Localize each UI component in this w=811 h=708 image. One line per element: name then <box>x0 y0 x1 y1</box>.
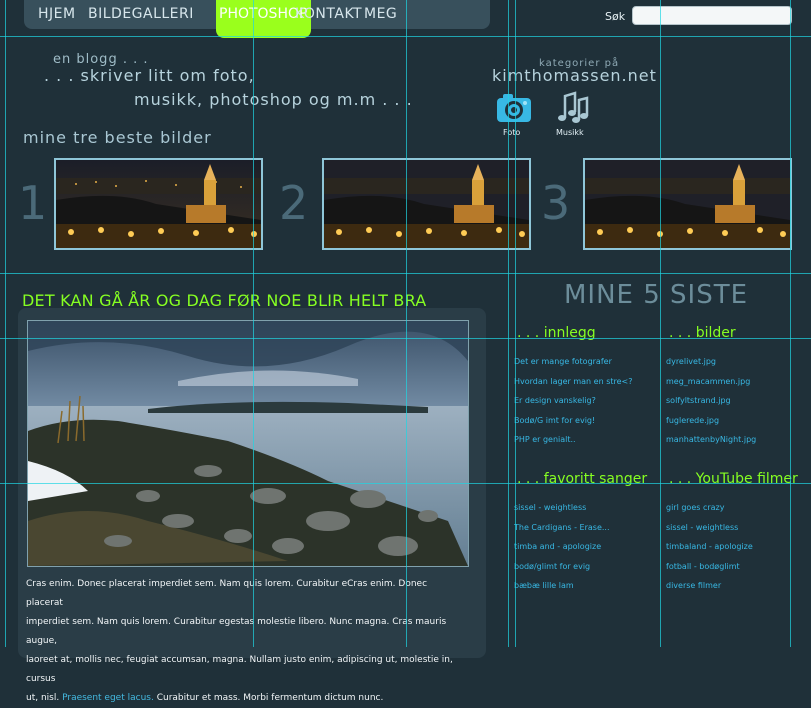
list-item[interactable]: diverse filmer <box>666 576 753 596</box>
intro-line-1: en blogg . . . <box>53 52 149 67</box>
article-text-line-4-end: Curabitur et mass. Morbi fermentum dictu… <box>156 693 384 703</box>
bilder-list: dyrelivet.jpg meg_macammen.jpg solfyltst… <box>666 352 756 450</box>
list-item[interactable]: bæbæ lille lam <box>514 576 610 596</box>
music-notes-icon[interactable] <box>553 88 593 128</box>
list-item[interactable]: Er design vanskelig? <box>514 391 632 411</box>
youtube-title: . . . YouTube filmer <box>669 471 798 487</box>
article-title: DET KAN GÅ ÅR OG DAG FØR NOE BLIR HELT B… <box>22 291 427 310</box>
list-item[interactable]: Hvordan lager man en stre<? <box>514 372 632 392</box>
article-text-line-4-start: ut, nisl. <box>26 693 60 703</box>
list-item[interactable]: girl goes crazy <box>666 498 753 518</box>
list-item[interactable]: fotball - bodøglimt <box>666 557 753 577</box>
nav-item-bildegalleri[interactable]: BILDEGALLERI <box>88 6 194 22</box>
list-item[interactable]: sissel - weightless <box>666 518 753 538</box>
article-image[interactable] <box>27 320 469 567</box>
article-text-line-3: laoreet at, mollis nec, feugiat accumsan… <box>26 655 453 684</box>
guide-line <box>660 0 661 647</box>
article-text-line-1: Cras enim. Donec placerat imperdiet sem.… <box>26 579 428 608</box>
list-item[interactable]: Bodø/G imt for evig! <box>514 411 632 431</box>
list-item[interactable]: The Cardigans - Erase... <box>514 518 610 538</box>
list-item[interactable]: dyrelivet.jpg <box>666 352 756 372</box>
best-image-2[interactable] <box>322 158 531 250</box>
list-item[interactable]: timba and - apologize <box>514 537 610 557</box>
site-name: kimthomassen.net <box>492 66 657 85</box>
rank-number-1: 1 <box>18 176 48 230</box>
nav-item-meg[interactable]: MEG <box>364 6 397 22</box>
nav-item-hjem[interactable]: HJEM <box>38 6 76 22</box>
sidebar-title: MINE 5 SISTE <box>564 280 749 310</box>
list-item[interactable]: sissel - weightless <box>514 498 610 518</box>
best-images-title: mine tre beste bilder <box>23 128 212 147</box>
nav-item-kontakt[interactable]: KONTAKT <box>295 6 362 22</box>
intro-line-2: . . . skriver litt om foto, <box>44 66 255 85</box>
youtube-list: girl goes crazy sissel - weightless timb… <box>666 498 753 596</box>
guide-line <box>0 338 811 339</box>
article-text-line-2: imperdiet sem. Nam quis lorem. Curabitur… <box>26 617 447 646</box>
guide-line <box>508 0 509 647</box>
innlegg-list: Det er mange fotografer Hvordan lager ma… <box>514 352 632 450</box>
list-item[interactable]: bodø/glimt for evig <box>514 557 610 577</box>
list-item[interactable]: meg_macammen.jpg <box>666 372 756 392</box>
guide-line <box>406 0 407 647</box>
list-item[interactable]: fuglerede.jpg <box>666 411 756 431</box>
list-item[interactable]: PHP er genialt.. <box>514 430 632 450</box>
search-label: Søk <box>605 10 626 23</box>
guide-line <box>0 36 811 37</box>
sanger-title: . . . favoritt sanger <box>517 471 648 487</box>
camera-icon[interactable] <box>494 88 534 128</box>
sanger-list: sissel - weightless The Cardigans - Eras… <box>514 498 610 596</box>
category-label-musikk[interactable]: Musikk <box>556 128 584 137</box>
guide-line <box>253 0 254 647</box>
guide-line <box>0 273 811 274</box>
list-item[interactable]: manhattenbyNight.jpg <box>666 430 756 450</box>
rank-number-2: 2 <box>279 176 309 230</box>
search-input[interactable] <box>632 6 792 25</box>
list-item[interactable]: solfyltstrand.jpg <box>666 391 756 411</box>
article-inline-link[interactable]: Praesent eget lacus. <box>62 693 154 703</box>
article-body: Cras enim. Donec placerat imperdiet sem.… <box>26 575 466 708</box>
article-text-line-4: ut, nisl. Praesent eget lacus. Curabitur… <box>26 689 466 708</box>
guide-line <box>5 0 6 647</box>
best-image-1[interactable] <box>54 158 263 250</box>
guide-line <box>0 483 811 484</box>
guide-line <box>515 0 516 647</box>
category-label-foto[interactable]: Foto <box>503 128 520 137</box>
rank-number-3: 3 <box>541 176 571 230</box>
list-item[interactable]: Det er mange fotografer <box>514 352 632 372</box>
best-image-3[interactable] <box>583 158 792 250</box>
intro-line-3: musikk, photoshop og m.m . . . <box>134 90 413 109</box>
top-nav: HJEM BILDEGALLERI PHOTOSHOP KONTAKT MEG <box>24 0 490 38</box>
list-item[interactable]: timbaland - apologize <box>666 537 753 557</box>
guide-line <box>790 0 791 647</box>
